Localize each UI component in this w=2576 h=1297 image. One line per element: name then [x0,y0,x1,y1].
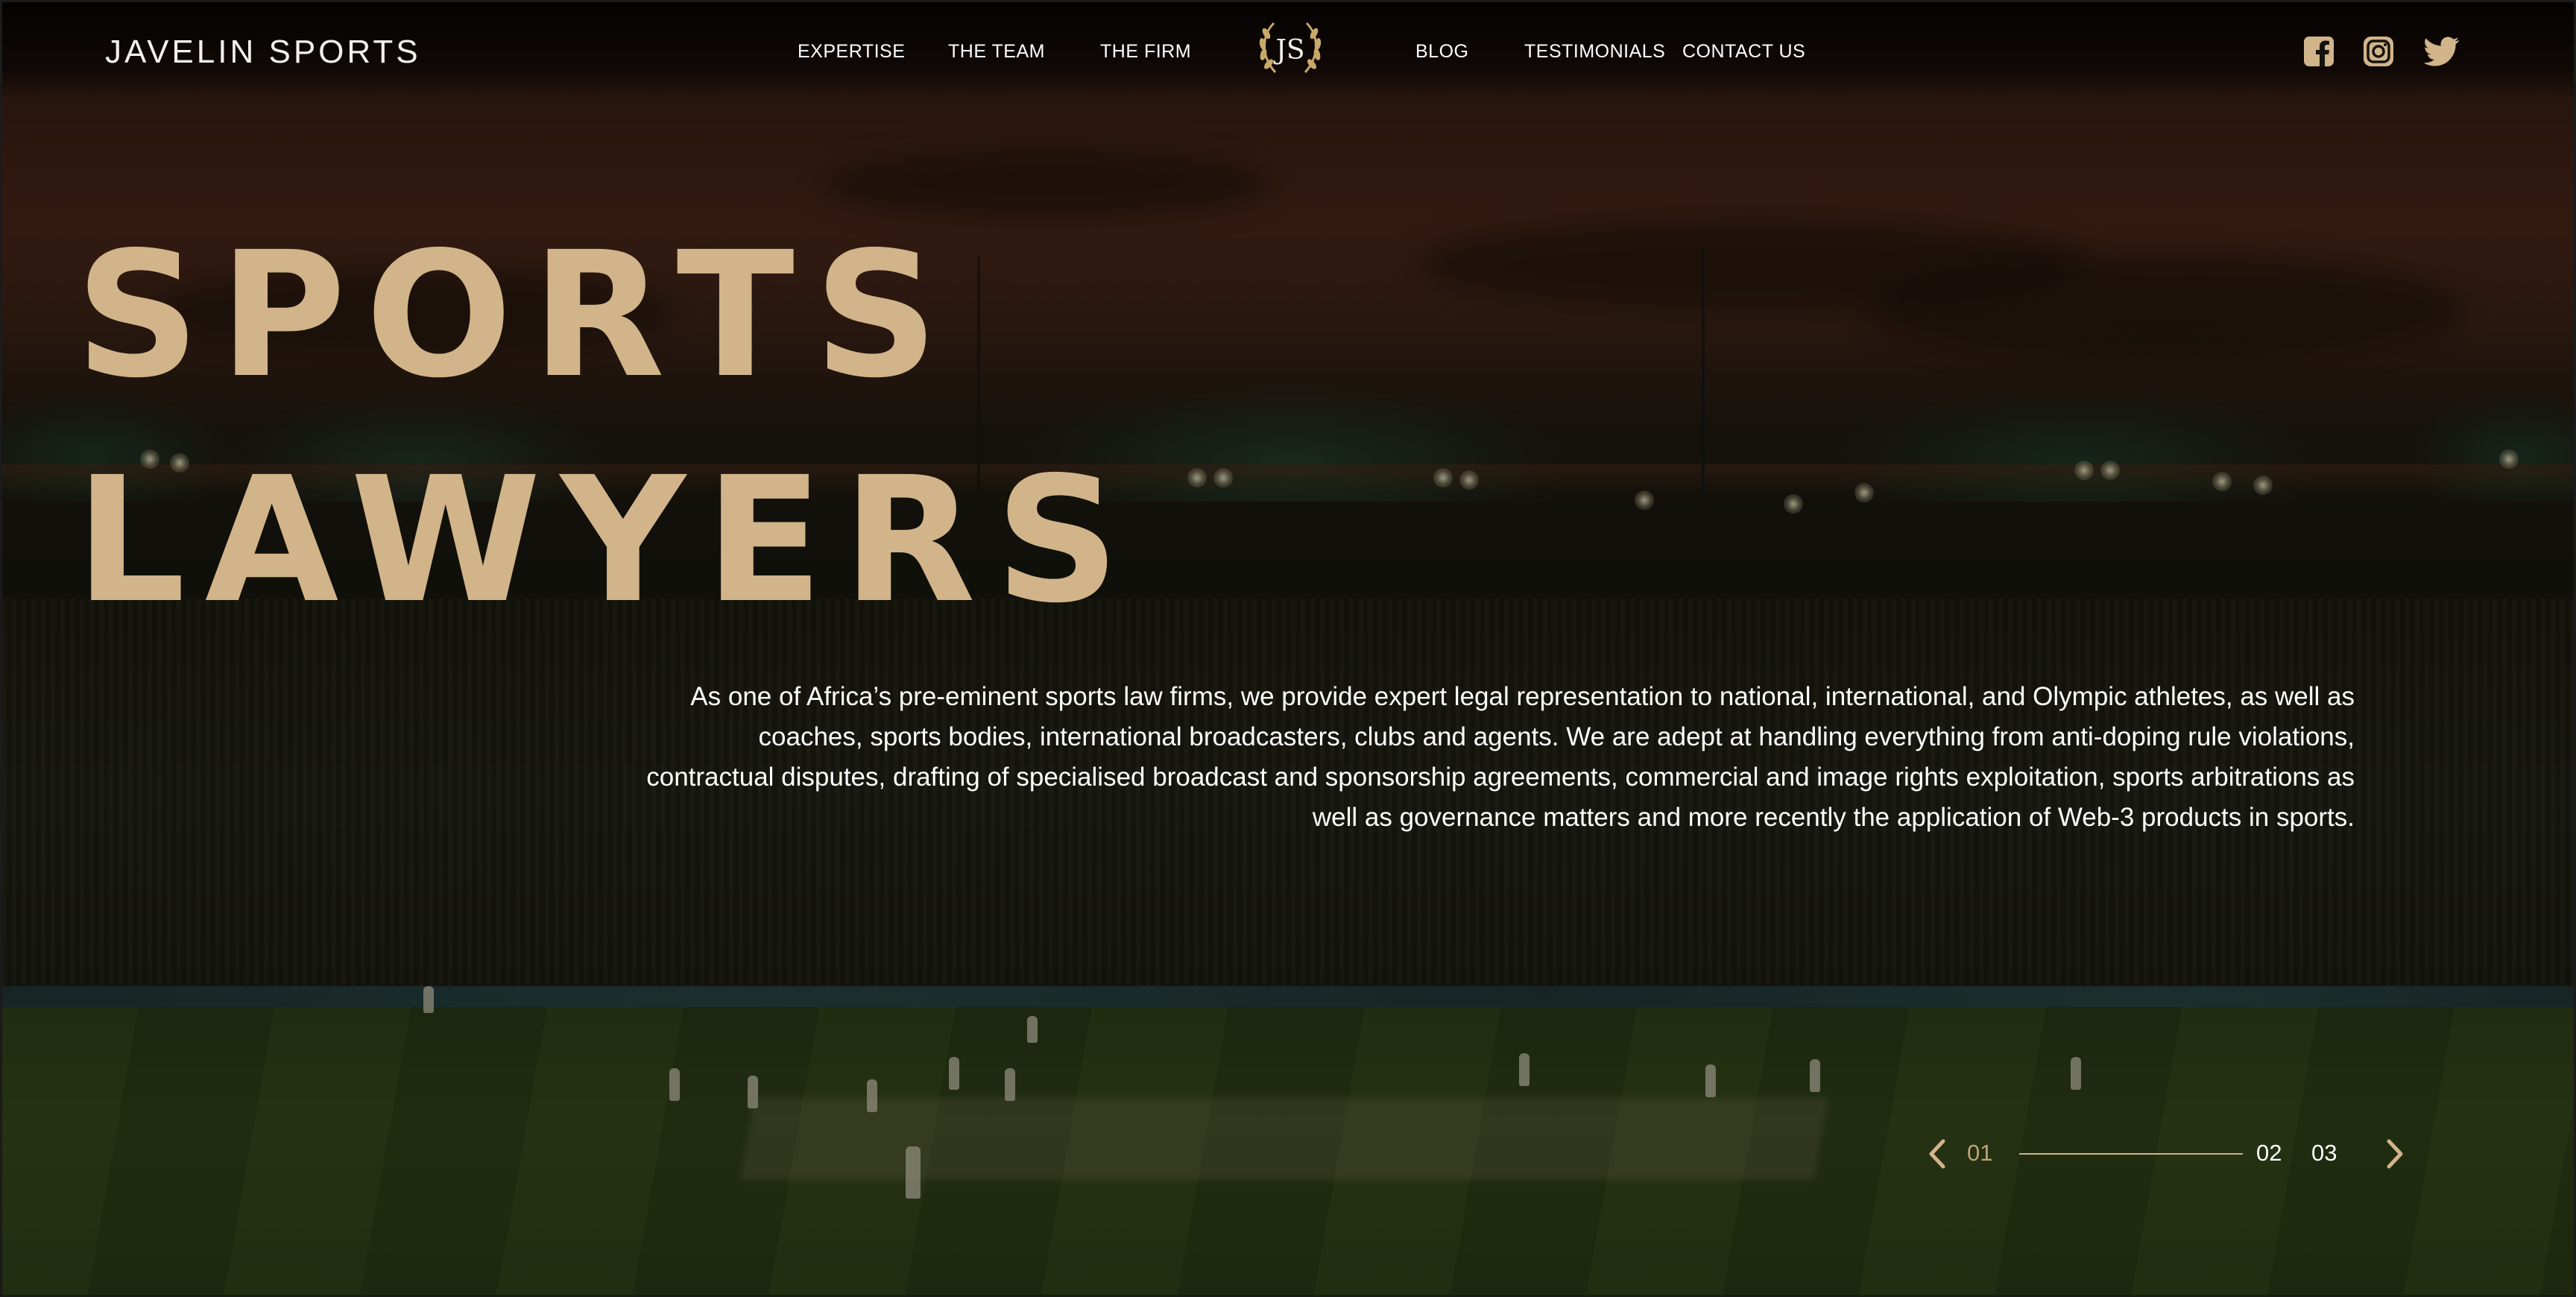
hero-description: As one of Africa’s pre-eminent sports la… [646,682,2355,832]
facebook-icon[interactable] [2302,35,2335,68]
page: JAVELIN SPORTS EXPERTISE THE TEAM THE FI… [0,0,2576,1297]
logo-monogram: JS [1272,35,1304,66]
instagram-icon[interactable] [2362,35,2395,68]
site-header: JAVELIN SPORTS EXPERTISE THE TEAM THE FI… [2,2,2574,99]
slide-indicator-03[interactable]: 03 [2311,1140,2337,1167]
nav-the-firm[interactable]: THE FIRM [1100,41,1191,63]
dark-overlay [2,2,2574,1295]
chevron-left-icon[interactable] [1925,1137,1951,1171]
nav-contact-us[interactable]: CONTACT US [1682,41,1805,63]
slider-progress-line [2019,1153,2243,1155]
nav-expertise[interactable]: EXPERTISE [798,41,905,63]
slide-indicator-02[interactable]: 02 [2256,1140,2282,1167]
hero-title-line-1: SPORTS [75,215,958,416]
brand-name[interactable]: JAVELIN SPORTS [105,34,421,71]
slide-indicator-01[interactable]: 01 [1967,1140,1992,1167]
slider-controls: 01 02 03 [1925,1134,2417,1174]
twitter-icon[interactable] [2423,35,2460,68]
chevron-right-icon[interactable] [2381,1137,2407,1171]
nav-testimonials[interactable]: TESTIMONIALS [1524,41,1665,63]
nav-blog[interactable]: BLOG [1415,41,1468,63]
nav-the-team[interactable]: THE TEAM [948,41,1045,63]
laurel-logo-icon[interactable]: JS [1251,17,1329,80]
hero-title-line-2: LAWYERS [75,440,1140,641]
